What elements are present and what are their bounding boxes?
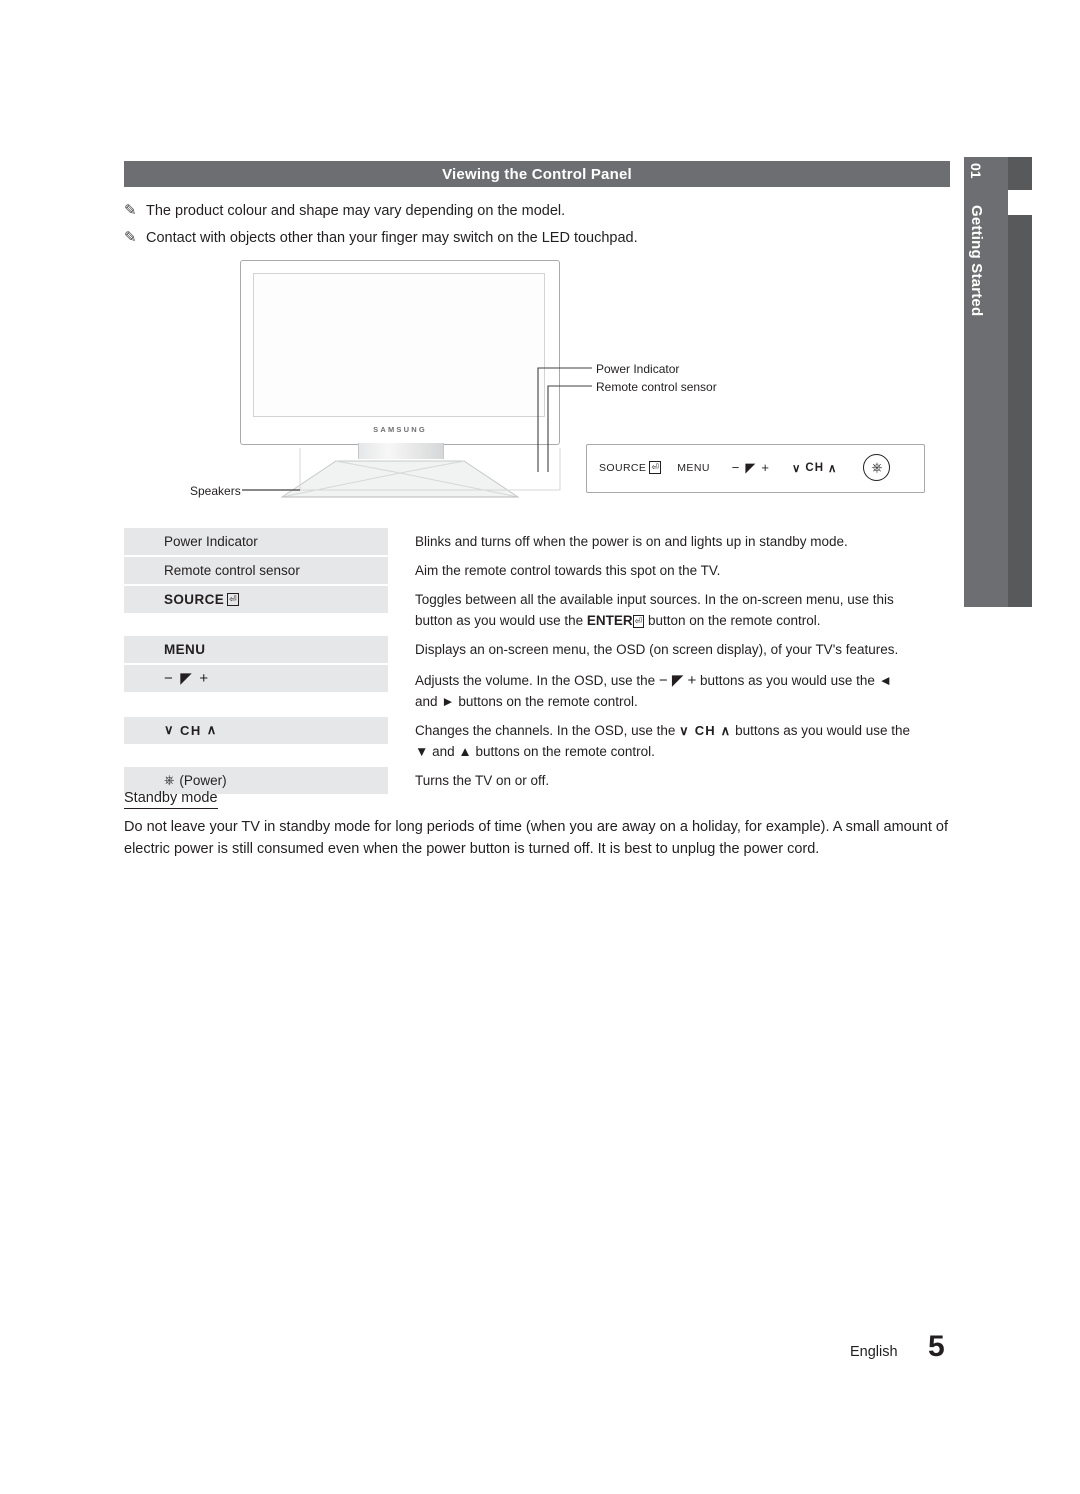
- chapter-side-tab-notch: [1008, 190, 1032, 215]
- enter-icon: ⏎: [632, 614, 645, 628]
- callout-power-indicator: Power Indicator: [596, 362, 680, 376]
- callout-remote-sensor: Remote control sensor: [596, 380, 717, 394]
- panel-source-label: SOURCE: [599, 461, 647, 474]
- table-cell-label-menu: MENU: [124, 635, 388, 663]
- chapter-side-tab-dark-strip: [1008, 157, 1032, 607]
- note-line-2: ✎ Contact with objects other than your fi…: [124, 228, 638, 246]
- table-cell-description: Aim the remote control towards this spot…: [415, 562, 721, 578]
- table-cell-label: Power Indicator: [124, 528, 388, 555]
- table-power-label: (Power): [179, 772, 227, 788]
- table-row: Power Indicator Blinks and turns off whe…: [124, 528, 950, 557]
- footer-language: English: [850, 1344, 898, 1360]
- table-ch-label: CH: [180, 722, 202, 738]
- table-cell-description: Adjusts the volume. In the OSD, use the …: [415, 671, 893, 709]
- panel-menu-button[interactable]: MENU: [677, 462, 710, 474]
- panel-ch-label: CH: [805, 461, 825, 474]
- table-row: SOURCE ⏎ Toggles between all the availab…: [124, 585, 950, 636]
- pencil-note-icon: ✎: [124, 202, 137, 219]
- tv-bezel: SAMSUNG: [240, 260, 560, 445]
- table-cell-label: Remote control sensor: [124, 556, 388, 584]
- control-panel-table: Power Indicator Blinks and turns off whe…: [124, 528, 950, 796]
- pencil-note-icon: ✎: [124, 229, 137, 246]
- table-cell-description: Displays an on-screen menu, the OSD (on …: [415, 641, 899, 657]
- footer-page-number: 5: [928, 1330, 945, 1363]
- standby-body-text: Do not leave your TV in standby mode for…: [124, 819, 948, 858]
- table-cell-description: Turns the TV on or off.: [415, 772, 550, 788]
- chapter-number: 01: [968, 163, 984, 179]
- note-line-1: ✎ The product colour and shape may vary d…: [124, 201, 565, 219]
- note-text-1: The product colour and shape may vary de…: [146, 203, 566, 219]
- chevron-down-icon: ∨: [791, 462, 802, 475]
- chevron-up-icon: ∧: [206, 722, 218, 738]
- table-cell-description: Changes the channels. In the OSD, use th…: [415, 722, 911, 759]
- panel-menu-label: MENU: [677, 461, 710, 474]
- note-text-2: Contact with objects other than your fin…: [146, 230, 638, 246]
- enter-icon: ⏎: [227, 592, 239, 606]
- panel-channel-control[interactable]: ∨ CH ∧: [792, 461, 837, 475]
- control-panel-buttons: SOURCE ⏎ MENU − ◤ + ∨ CH ∧ ⎈: [586, 444, 923, 491]
- callout-speakers: Speakers: [190, 484, 241, 498]
- table-cell-description: Blinks and turns off when the power is o…: [415, 534, 848, 549]
- volume-minus-icon: −: [164, 669, 175, 687]
- table-cell-label-volume: − ◤ +: [124, 664, 388, 692]
- power-icon: ⎈: [871, 459, 883, 475]
- panel-source-button[interactable]: SOURCE ⏎: [599, 461, 662, 474]
- tv-screen: [253, 273, 545, 417]
- table-source-label: SOURCE: [164, 591, 225, 607]
- table-cell-label-source: SOURCE ⏎: [124, 585, 388, 613]
- table-row: Remote control sensor Aim the remote con…: [124, 556, 950, 586]
- enter-icon: ⏎: [649, 461, 662, 474]
- speaker-icon: ◤: [745, 459, 757, 475]
- chevron-up-icon: ∧: [828, 462, 838, 475]
- speaker-callout-lines: [242, 448, 561, 491]
- speaker-icon: ◤: [180, 670, 194, 688]
- volume-plus-icon: +: [199, 669, 210, 687]
- tv-brand-label: SAMSUNG: [373, 425, 427, 434]
- table-row: − ◤ + Adjusts the volume. In the OSD, us…: [124, 664, 950, 717]
- chapter-label: Getting Started: [968, 205, 985, 317]
- table-menu-label: MENU: [164, 641, 206, 657]
- panel-volume-plus: +: [761, 460, 770, 475]
- table-cell-label-channel: ∨ CH ∧: [124, 716, 388, 744]
- chevron-down-icon: ∨: [164, 722, 176, 738]
- power-icon: ⎈: [164, 772, 175, 788]
- table-row: ⎈ (Power) Turns the TV on or off.: [124, 766, 950, 796]
- table-row: ∨ CH ∧ Changes the channels. In the OSD,…: [124, 716, 950, 767]
- panel-power-button[interactable]: ⎈: [863, 454, 891, 481]
- table-row: MENU Displays an on-screen menu, the OSD…: [124, 635, 950, 665]
- section-title: Viewing the Control Panel: [124, 161, 950, 187]
- standby-heading: Standby mode: [124, 790, 218, 809]
- panel-volume-minus: −: [731, 460, 741, 475]
- panel-volume-control[interactable]: − ◤ +: [732, 460, 770, 476]
- table-cell-description: Toggles between all the available input …: [415, 591, 894, 628]
